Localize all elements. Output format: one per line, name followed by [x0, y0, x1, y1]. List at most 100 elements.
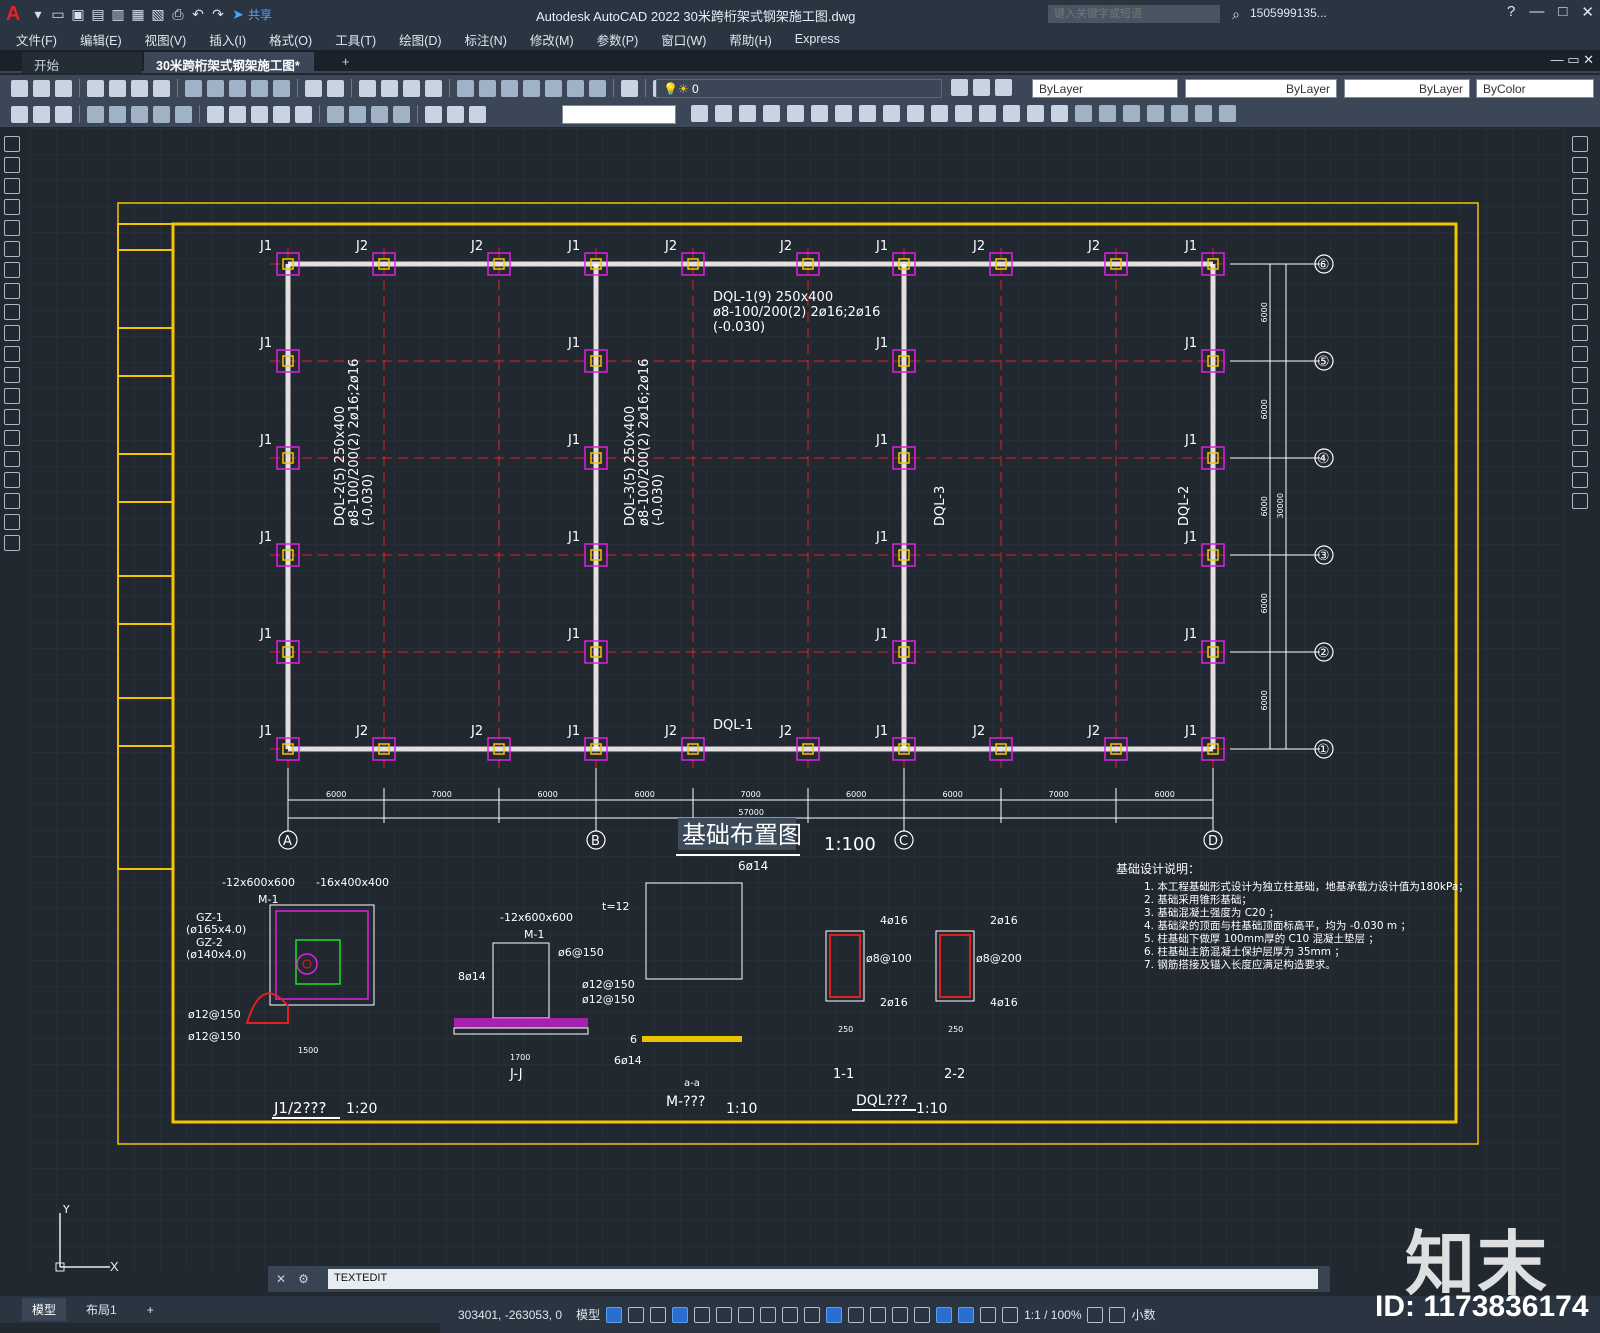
open-icon[interactable] [33, 79, 50, 97]
share-label[interactable]: 共享 [248, 6, 272, 23]
layer-dropdown[interactable]: 💡☀ 0 [656, 79, 942, 98]
continue-icon[interactable] [251, 105, 268, 123]
ungroup-icon[interactable] [1219, 105, 1236, 122]
bring-front-icon[interactable] [1099, 105, 1116, 122]
rotate-icon[interactable] [835, 105, 852, 122]
erase-icon[interactable] [691, 105, 708, 122]
dimension-text-edit-icon[interactable] [447, 105, 464, 123]
save-icon[interactable]: ▤ [88, 4, 108, 24]
dimension-edit-icon[interactable] [425, 105, 442, 123]
explode-icon[interactable] [1051, 105, 1068, 122]
table-icon[interactable] [4, 493, 20, 509]
wrench-icon[interactable]: ⚙ [298, 1272, 309, 1286]
match-properties-icon[interactable] [251, 79, 268, 97]
design-center-icon[interactable] [479, 79, 496, 97]
units-value[interactable]: 小数 [1131, 1306, 1155, 1323]
layer-previous-icon[interactable] [951, 79, 968, 96]
array-icon[interactable] [787, 105, 804, 122]
calculator-icon[interactable] [589, 79, 606, 97]
annotation-scale-icon[interactable] [1002, 1306, 1019, 1323]
offset-icon[interactable] [763, 105, 780, 122]
hatch-back-icon[interactable] [1171, 105, 1188, 122]
properties-icon[interactable] [457, 79, 474, 97]
text-front-icon[interactable] [1147, 105, 1164, 122]
zoom-window-icon[interactable] [403, 79, 420, 97]
radius-icon[interactable] [109, 105, 126, 123]
redo-icon[interactable]: ↷ [208, 4, 228, 24]
copy-object-icon[interactable] [715, 105, 732, 122]
polyline-icon[interactable] [4, 178, 20, 194]
trim-icon[interactable] [1572, 325, 1588, 341]
new-icon[interactable] [11, 79, 28, 97]
pan-icon[interactable] [359, 79, 376, 97]
diameter-icon[interactable] [153, 105, 170, 123]
grid-toggle-icon[interactable] [606, 1306, 623, 1323]
inspection-icon[interactable] [371, 105, 388, 123]
model-space-toggle[interactable]: 模型 [576, 1306, 600, 1323]
scale-icon[interactable] [1572, 283, 1588, 299]
tool-palettes-icon[interactable] [501, 79, 518, 97]
dimension-break-icon[interactable] [295, 105, 312, 123]
linetype-dropdown[interactable]: ByLayer [1185, 79, 1337, 98]
save-icon[interactable] [55, 79, 72, 97]
search-icon[interactable]: ⌕ [1226, 4, 1246, 24]
stretch-icon[interactable] [1572, 304, 1588, 320]
move-icon[interactable] [811, 105, 828, 122]
fillet-icon[interactable] [1572, 451, 1588, 467]
add-selected-icon[interactable] [4, 535, 20, 551]
maximize-button[interactable]: □ [1558, 3, 1567, 21]
command-input[interactable]: TEXTEDIT [328, 1269, 1318, 1289]
minimize-button[interactable]: — [1529, 3, 1544, 21]
quickcalc-icon[interactable] [567, 79, 584, 97]
polar-tracking-icon[interactable] [716, 1306, 733, 1323]
group-icon[interactable] [1195, 105, 1212, 122]
tab-model[interactable]: 模型 [22, 1298, 67, 1321]
preview-icon[interactable] [109, 79, 126, 97]
3d-osnap-icon[interactable] [870, 1306, 887, 1323]
drawing-window-controls[interactable]: — ▭ ✕ [1551, 52, 1594, 68]
block-editor-icon[interactable] [273, 79, 290, 97]
dimension-space-icon[interactable] [273, 105, 290, 123]
redo-icon[interactable] [327, 79, 344, 97]
move-icon[interactable] [1572, 241, 1588, 257]
erase-icon[interactable] [1572, 136, 1588, 152]
ellipse-arc-icon[interactable] [4, 346, 20, 362]
copy-icon[interactable] [1572, 157, 1588, 173]
spline-icon[interactable] [4, 304, 20, 320]
object-snap-icon[interactable] [782, 1306, 799, 1323]
linear-dimension-icon[interactable] [11, 105, 28, 123]
open-folder-icon[interactable]: ▣ [68, 4, 88, 24]
hatch-icon[interactable] [4, 430, 20, 446]
quick-dimension-icon[interactable] [207, 105, 224, 123]
zoom-realtime-icon[interactable] [381, 79, 398, 97]
center-mark-icon[interactable] [349, 105, 366, 123]
explode-icon[interactable] [1572, 493, 1588, 509]
dimension-style-dropdown[interactable] [562, 105, 676, 124]
publish-icon[interactable] [131, 79, 148, 97]
arc-length-icon[interactable] [55, 105, 72, 123]
workspace-gear-icon[interactable] [1087, 1306, 1104, 1323]
tab-start[interactable]: 开始 [22, 52, 142, 73]
help-icon[interactable]: ? [1507, 3, 1515, 21]
tab-layout1[interactable]: 布局1 [76, 1298, 127, 1321]
user-account[interactable]: 1505999135... [1250, 6, 1327, 20]
array-icon[interactable] [1572, 220, 1588, 236]
annotation-visibility-icon[interactable] [958, 1306, 975, 1323]
web-mobile-save-icon[interactable]: ▧ [148, 4, 168, 24]
revision-cloud-icon[interactable] [4, 283, 20, 299]
annotation-monitor-icon[interactable] [1109, 1306, 1126, 1323]
region-icon[interactable] [4, 472, 20, 488]
scale-icon[interactable] [859, 105, 876, 122]
menu-dimension[interactable]: 标注(N) [465, 30, 507, 49]
menu-view[interactable]: 视图(V) [145, 30, 187, 49]
sheet-set-icon[interactable] [523, 79, 540, 97]
dynamic-input-icon[interactable] [672, 1306, 689, 1323]
copy-icon[interactable] [207, 79, 224, 97]
break-point-icon[interactable] [1572, 367, 1588, 383]
rectangle-icon[interactable] [4, 220, 20, 236]
insert-block-icon[interactable] [4, 367, 20, 383]
web-mobile-open-icon[interactable]: ▦ [128, 4, 148, 24]
draw-order-icon[interactable] [1075, 105, 1092, 122]
save-as-icon[interactable]: ▥ [108, 4, 128, 24]
chamfer-icon[interactable] [1003, 105, 1020, 122]
